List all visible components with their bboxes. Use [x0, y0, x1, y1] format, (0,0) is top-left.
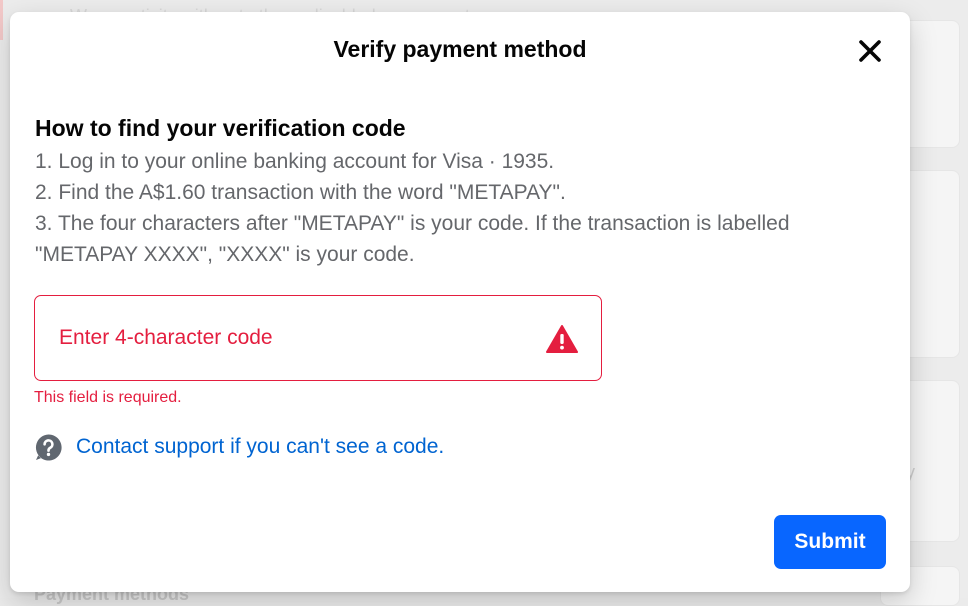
close-button[interactable]	[855, 36, 885, 66]
support-row: Contact support if you can't see a code.	[34, 432, 444, 462]
contact-support-link[interactable]: Contact support if you can't see a code.	[76, 435, 444, 459]
close-icon	[858, 39, 882, 63]
verify-payment-dialog: Verify payment method How to find your v…	[10, 12, 910, 592]
verification-code-input[interactable]	[59, 296, 539, 380]
instruction-step: 2. Find the A$1.60 transaction with the …	[35, 177, 875, 208]
instructions-heading: How to find your verification code	[35, 115, 406, 142]
field-error-message: This field is required.	[34, 389, 182, 407]
instruction-step: 1. Log in to your online banking account…	[35, 146, 875, 177]
warning-icon	[546, 324, 578, 354]
dialog-title: Verify payment method	[10, 36, 910, 63]
verification-code-field	[34, 295, 602, 381]
background-alert-bar	[0, 0, 3, 40]
help-icon	[34, 433, 63, 462]
instruction-step: 3. The four characters after "METAPAY" i…	[35, 208, 875, 270]
submit-button[interactable]: Submit	[774, 515, 886, 569]
instructions-list: 1. Log in to your online banking account…	[35, 146, 875, 270]
